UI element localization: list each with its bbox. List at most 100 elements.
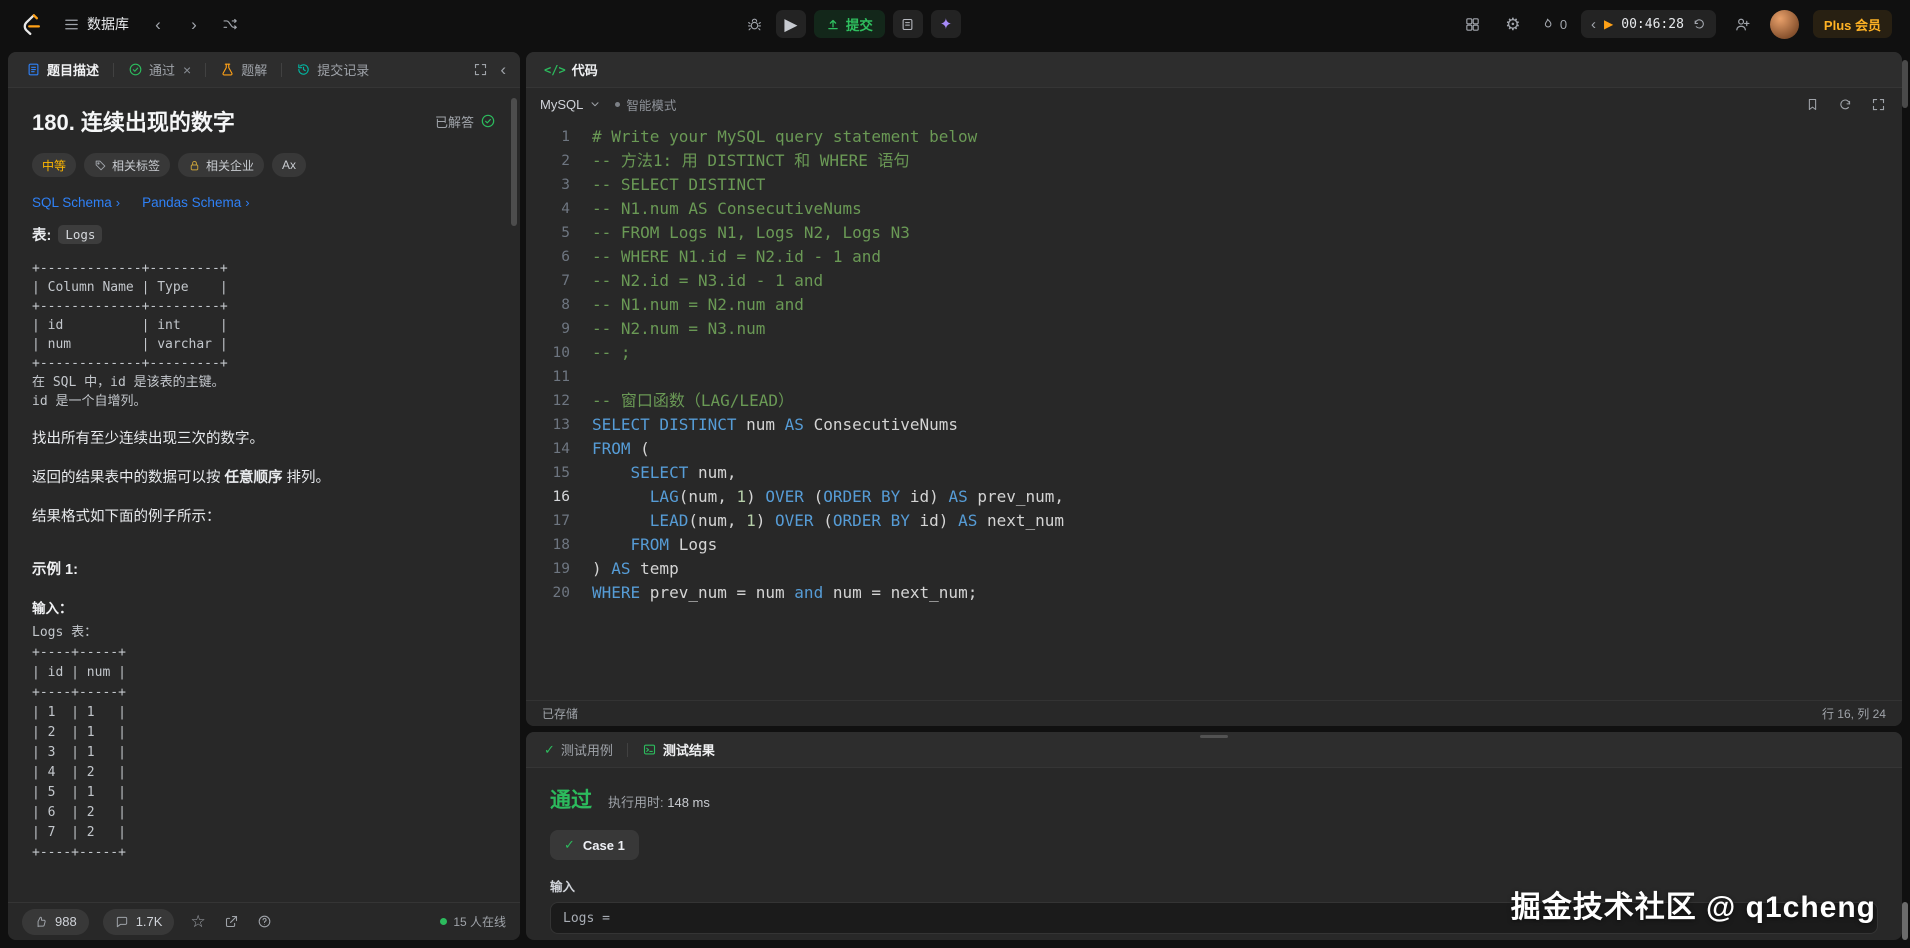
- code-line[interactable]: 2 -- 方法1: 用 DISTINCT 和 WHERE 语句: [526, 149, 1902, 173]
- leetcode-logo-icon[interactable]: [18, 12, 43, 37]
- timer-widget[interactable]: ‹ ▶ 00:46:28: [1581, 10, 1716, 38]
- comments-button[interactable]: 1.7K: [102, 908, 175, 935]
- chevron-right-icon: ›: [115, 195, 121, 210]
- prev-question-button[interactable]: ‹: [145, 11, 171, 37]
- like-button[interactable]: 988: [22, 908, 89, 935]
- tab-solutions[interactable]: 题解: [214, 56, 273, 83]
- code-line[interactable]: 7 -- N2.id = N3.id - 1 and: [526, 269, 1902, 293]
- user-avatar[interactable]: [1769, 9, 1799, 39]
- tab-test-result[interactable]: 测试结果: [636, 736, 721, 763]
- line-number: 17: [552, 513, 570, 529]
- code-line[interactable]: 9 -- N2.num = N3.num: [526, 317, 1902, 341]
- related-companies-badge[interactable]: 相关企业: [178, 153, 265, 177]
- code-text: SELECT num,: [630, 463, 737, 482]
- difficulty-badge[interactable]: 中等: [32, 153, 77, 177]
- code-line[interactable]: 17 LEAD(num, 1) OVER (ORDER BY id) AS ne…: [526, 509, 1902, 533]
- fullscreen-button[interactable]: [471, 60, 490, 79]
- code-text: -- N1.num AS ConsecutiveNums: [592, 199, 862, 218]
- smart-mode[interactable]: 智能模式: [615, 95, 676, 114]
- code-line[interactable]: 13 SELECT DISTINCT num AS ConsecutiveNums: [526, 413, 1902, 437]
- favorite-star-button[interactable]: ☆: [188, 911, 207, 932]
- maximize-editor-button[interactable]: [1869, 95, 1888, 114]
- hint-badge[interactable]: Ax: [272, 153, 307, 177]
- tab-code[interactable]: </> 代码: [538, 56, 604, 83]
- code-line[interactable]: 16 LAG(num, 1) OVER (ORDER BY id) AS pre…: [526, 485, 1902, 509]
- settings-button[interactable]: ⚙: [1500, 11, 1526, 37]
- badge-row: 中等 相关标签 相关企业 Ax: [32, 153, 496, 177]
- problem-panel-scrollbar[interactable]: [511, 98, 517, 226]
- line-number: 20: [552, 585, 570, 601]
- line-number: 19: [552, 561, 570, 577]
- code-line[interactable]: 20 WHERE prev_num = num and num = next_nu…: [526, 581, 1902, 605]
- cursor-position: 行 16, 列 24: [1821, 707, 1886, 721]
- code-line[interactable]: 19) AS temp: [526, 557, 1902, 581]
- run-button[interactable]: ▶: [775, 10, 806, 38]
- code-line[interactable]: 6 -- WHERE N1.id = N2.id - 1 and: [526, 245, 1902, 269]
- debug-button[interactable]: [742, 11, 768, 37]
- random-question-button[interactable]: [217, 11, 243, 37]
- code-line[interactable]: 10 -- ;: [526, 341, 1902, 365]
- code-line[interactable]: 5 -- FROM Logs N1, Logs N2, Logs N3: [526, 221, 1902, 245]
- example-input-label: 输入：: [32, 601, 73, 617]
- reset-code-button[interactable]: [1836, 95, 1855, 114]
- ai-assistant-button[interactable]: ✦: [930, 10, 961, 38]
- mode-dot-icon: [615, 101, 621, 107]
- tab-submissions[interactable]: 提交记录: [290, 56, 375, 83]
- submit-button[interactable]: 提交: [813, 10, 885, 38]
- chevron-left-icon: ‹: [500, 60, 506, 79]
- code-text: -- SELECT DISTINCT: [592, 175, 766, 194]
- code-editor[interactable]: 1 # Write your MySQL query statement belo…: [526, 119, 1902, 700]
- code-line[interactable]: 15 SELECT num,: [526, 461, 1902, 485]
- bookmark-button[interactable]: [1803, 95, 1822, 114]
- code-panel-tabs: </> 代码: [526, 52, 1902, 88]
- example-block: 输入： Logs 表： +----+-----+ | id | num | +-…: [32, 597, 496, 863]
- window-scrollbar-thumb-top[interactable]: [1902, 60, 1908, 108]
- code-toolbar: MySQL 智能模式: [526, 89, 1902, 119]
- code-line[interactable]: 4 -- N1.num AS ConsecutiveNums: [526, 197, 1902, 221]
- divider: [205, 62, 207, 77]
- layout-button[interactable]: [1460, 11, 1486, 37]
- table-name: Logs: [58, 225, 103, 244]
- panel-resize-handle[interactable]: [1200, 735, 1228, 738]
- code-line[interactable]: 11: [526, 365, 1902, 389]
- tab-description[interactable]: 题目描述: [20, 56, 105, 83]
- invite-user-button[interactable]: [1730, 11, 1756, 37]
- description-paragraph-1: 找出所有至少连续出现三次的数字。: [32, 431, 264, 447]
- terminal-icon: [642, 742, 657, 757]
- code-line[interactable]: 8 -- N1.num = N2.num and: [526, 293, 1902, 317]
- line-number: 3: [561, 177, 570, 193]
- sql-schema-link[interactable]: SQL Schema ›: [32, 195, 120, 210]
- code-line[interactable]: 18 FROM Logs: [526, 533, 1902, 557]
- close-tab-icon[interactable]: ×: [183, 62, 191, 78]
- tab-code-label: 代码: [571, 63, 598, 78]
- line-number: 11: [552, 369, 570, 385]
- code-line[interactable]: 3 -- SELECT DISTINCT: [526, 173, 1902, 197]
- tab-testcases[interactable]: ✓ 测试用例: [538, 736, 619, 763]
- line-number: 2: [561, 153, 570, 169]
- problem-list-button[interactable]: 数据库: [57, 8, 135, 40]
- code-line[interactable]: 14 FROM (: [526, 437, 1902, 461]
- desc2-post: 排列。: [282, 470, 331, 487]
- plus-membership-button[interactable]: Plus 会员: [1812, 10, 1892, 38]
- share-button[interactable]: [222, 912, 241, 931]
- tab-accepted-result[interactable]: 通过 ×: [122, 56, 197, 83]
- collapse-panel-button[interactable]: ‹: [498, 59, 508, 80]
- window-scrollbar-thumb-bottom[interactable]: [1902, 902, 1908, 940]
- tab-submissions-label: 提交记录: [317, 63, 370, 78]
- help-button[interactable]: [255, 912, 274, 931]
- language-select[interactable]: MySQL: [540, 97, 601, 112]
- problem-panel: 题目描述 通过 × 题解 提交记录 ‹ 180. 连续出现的数字 已解答 中等 …: [8, 52, 520, 940]
- code-text: -- N1.num = N2.num and: [592, 295, 804, 314]
- related-tags-label: 相关标签: [112, 158, 161, 173]
- desc2-pre: 返回的结果表中的数据可以按: [32, 470, 225, 487]
- pandas-schema-link[interactable]: Pandas Schema ›: [142, 195, 249, 210]
- check-circle-icon: [128, 62, 143, 77]
- chevron-right-icon: ›: [245, 195, 250, 210]
- code-line[interactable]: 1 # Write your MySQL query statement belo…: [526, 125, 1902, 149]
- notes-button[interactable]: [892, 10, 923, 38]
- case-1-button[interactable]: ✓ Case 1: [550, 830, 639, 860]
- daily-streak[interactable]: 0: [1540, 17, 1567, 32]
- related-tags-badge[interactable]: 相关标签: [84, 153, 171, 177]
- next-question-button[interactable]: ›: [181, 11, 207, 37]
- code-line[interactable]: 12 -- 窗口函数（LAG/LEAD）: [526, 389, 1902, 413]
